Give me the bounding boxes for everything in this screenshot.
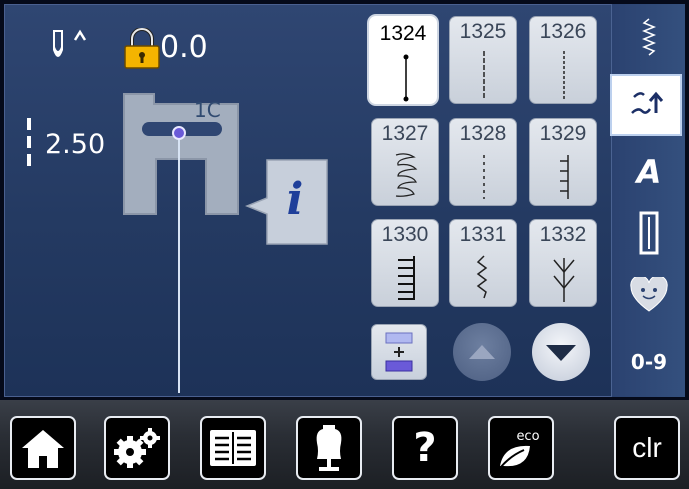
home-icon (22, 430, 64, 468)
stitch-button-1326[interactable]: 1326 (529, 16, 597, 104)
stitch-button-1324[interactable]: 1324 (369, 16, 437, 104)
zigzag-stitch-icon (476, 255, 488, 299)
stitch-button-1330[interactable]: 1330 (371, 219, 439, 307)
dashed-stitch-icon (563, 51, 565, 99)
sewing-machine-screen: 0.0 2.50 1C i 1324 1325 1326 1327 1328 1… (0, 0, 689, 489)
sidebar-item-buttonhole[interactable] (612, 202, 686, 264)
stitch-number: 1330 (381, 223, 429, 246)
stitch-length-value[interactable]: 2.50 (45, 129, 105, 160)
stitch-number: 1327 (381, 122, 429, 145)
alphabet-icon: A (636, 153, 662, 191)
clear-button[interactable]: clr (614, 416, 680, 480)
sidebar-item-utility[interactable] (610, 74, 682, 136)
stitch-length-icon (27, 118, 31, 166)
stitch-category-sidebar: A 0-9 (610, 4, 686, 397)
dress-form-icon (316, 425, 342, 471)
needle-position-dot (172, 126, 186, 140)
stitch-number: 1326 (539, 20, 587, 43)
info-button[interactable]: i (245, 158, 329, 246)
straight-stitch-icon (403, 54, 409, 102)
feather-stitch-icon (553, 258, 575, 302)
stitch-button-1327[interactable]: 1327 (371, 118, 439, 206)
stitch-button-1325[interactable]: 1325 (449, 16, 517, 104)
info-icon: i (287, 174, 304, 225)
stitch-button-1332[interactable]: 1332 (529, 219, 597, 307)
sidebar-item-numbers[interactable]: 0-9 (612, 331, 686, 393)
number-icon: 0-9 (630, 350, 668, 374)
stitch-number: 1329 (539, 122, 587, 145)
needle-line (178, 133, 180, 393)
padlock-icon[interactable] (122, 28, 162, 70)
book-icon (210, 430, 256, 466)
svg-text:eco: eco (516, 429, 539, 444)
bottom-toolbar: ? eco clr (0, 400, 689, 489)
question-icon: ? (413, 425, 437, 471)
utility-stitch-back-icon (631, 91, 664, 114)
lock-value: 0.0 (160, 30, 208, 65)
setup-button[interactable] (104, 416, 170, 480)
stitch-number: 1331 (459, 223, 507, 246)
blind-stitch-icon (560, 155, 569, 199)
consultant-button[interactable] (296, 416, 362, 480)
sidebar-item-decorative[interactable] (612, 264, 686, 326)
eco-leaf-icon: eco (499, 429, 540, 469)
needle-up-icon[interactable] (47, 26, 97, 66)
presser-foot-icon[interactable] (120, 86, 242, 216)
split-view-icon (385, 332, 413, 372)
stitch-button-1329[interactable]: 1329 (529, 118, 597, 206)
heart-icon (630, 277, 668, 312)
scroll-up-button[interactable] (453, 323, 511, 381)
help-button[interactable]: ? (392, 416, 458, 480)
stitch-button-1328[interactable]: 1328 (449, 118, 517, 206)
split-view-button[interactable] (371, 324, 427, 380)
stitch-number: 1324 (379, 22, 427, 45)
home-button[interactable] (10, 416, 76, 480)
triangle-down-icon (546, 345, 576, 361)
tutorial-button[interactable] (200, 416, 266, 480)
scroll-down-button[interactable] (532, 323, 590, 381)
stitch-number: 1332 (539, 223, 587, 246)
long-straight-stitch-icon (483, 51, 485, 99)
stitch-number: 1328 (459, 122, 507, 145)
stretch-stitch-icon (395, 153, 418, 197)
gears-icon (114, 428, 160, 468)
presser-foot-label: 1C (194, 98, 221, 122)
sidebar-item-practical[interactable] (612, 8, 686, 70)
triangle-up-icon (469, 345, 495, 359)
eco-button[interactable]: eco (488, 416, 554, 480)
short-dashed-stitch-icon (483, 155, 485, 199)
stitch-number: 1325 (459, 20, 507, 43)
sidebar-item-alphabet[interactable]: A (612, 141, 686, 203)
buttonhole-icon (639, 211, 659, 255)
practical-stitches-icon (641, 18, 657, 56)
overlock-stitch-icon (398, 256, 415, 300)
clear-label: clr (632, 432, 662, 463)
stitch-button-1331[interactable]: 1331 (449, 219, 517, 307)
